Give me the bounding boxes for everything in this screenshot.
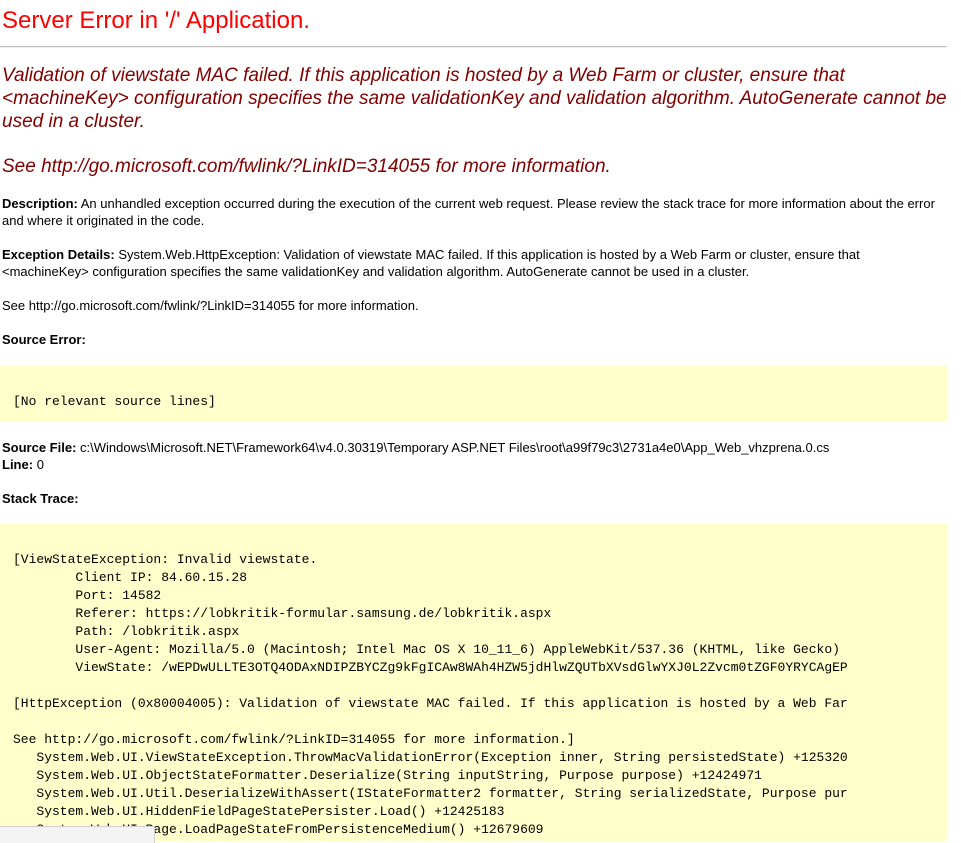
stack-trace-line: [HttpException (0x80004005): Validation … <box>13 696 848 711</box>
source-file-label: Source File: <box>2 440 77 455</box>
stack-trace-line: System.Web.UI.HiddenFieldPageStatePersis… <box>13 804 505 819</box>
stack-trace-line: Referer: https://lobkritik-formular.sams… <box>13 606 552 621</box>
error-heading: Validation of viewstate MAC failed. If t… <box>2 64 947 178</box>
browser-status-bar <box>0 826 155 843</box>
see-more-text: See http://go.microsoft.com/fwlink/?Link… <box>2 298 419 313</box>
title-divider <box>0 46 947 48</box>
exception-details-label: Exception Details: <box>2 247 115 262</box>
stack-trace-line: System.Web.UI.ObjectStateFormatter.Deser… <box>13 768 762 783</box>
stack-trace-line: System.Web.UI.Util.DeserializeWithAssert… <box>13 786 848 801</box>
error-heading-message: Validation of viewstate MAC failed. If t… <box>2 65 947 132</box>
stack-trace-box: [ViewStateException: Invalid viewstate. … <box>0 524 947 842</box>
exception-details-paragraph: Exception Details: System.Web.HttpExcept… <box>2 246 942 280</box>
description-text: An unhandled exception occurred during t… <box>2 196 935 228</box>
stack-trace-line: System.Web.UI.ViewStateException.ThrowMa… <box>13 750 848 765</box>
description-paragraph: Description: An unhandled exception occu… <box>2 195 942 229</box>
stack-trace-line: User-Agent: Mozilla/5.0 (Macintosh; Inte… <box>13 642 840 657</box>
error-heading-link: See http://go.microsoft.com/fwlink/?Link… <box>2 156 611 177</box>
stack-trace-line: See http://go.microsoft.com/fwlink/?Link… <box>13 732 575 747</box>
source-file-path: c:\Windows\Microsoft.NET\Framework64\v4.… <box>80 440 830 455</box>
stack-trace-line: Path: /lobkritik.aspx <box>13 624 240 639</box>
line-value: 0 <box>36 457 44 472</box>
source-error-code: [No relevant source lines] <box>13 394 216 409</box>
stack-trace-line: Client IP: 84.60.15.28 <box>13 570 248 585</box>
stack-trace-label: Stack Trace: <box>2 491 79 506</box>
page-title: Server Error in '/' Application. <box>2 7 310 34</box>
stack-trace-line: [ViewStateException: Invalid viewstate. <box>13 552 318 567</box>
stack-trace-code: [ViewStateException: Invalid viewstate. … <box>0 524 947 839</box>
exception-details-text: System.Web.HttpException: Validation of … <box>2 247 860 279</box>
description-label: Description: <box>2 196 78 211</box>
source-error-label: Source Error: <box>2 332 86 347</box>
stack-trace-line: ViewState: /wEPDwULLTE3OTQ4ODAxNDIPZBYCZ… <box>13 660 848 675</box>
source-error-box: [No relevant source lines] <box>0 366 947 421</box>
stack-trace-line: Port: 14582 <box>13 588 162 603</box>
source-file-paragraph: Source File: c:\Windows\Microsoft.NET\Fr… <box>2 439 942 473</box>
line-label: Line: <box>2 457 34 472</box>
